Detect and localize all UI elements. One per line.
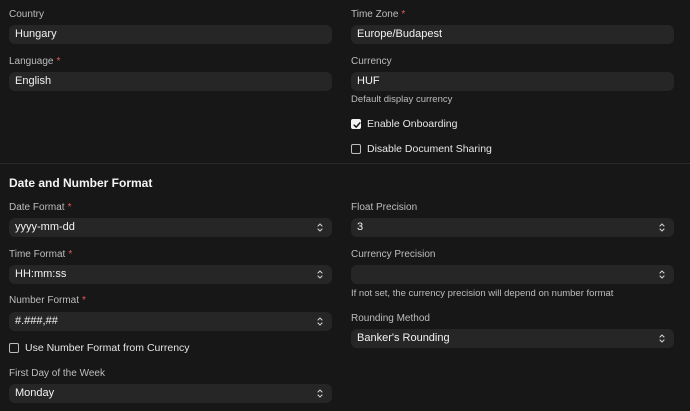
currency-input[interactable]: HUF — [351, 72, 674, 91]
number-format-select[interactable]: #.###,## — [9, 312, 332, 331]
currency-label: Currency — [351, 56, 392, 67]
first-day-of-week-select[interactable]: Monday — [9, 384, 332, 403]
disable-document-sharing-checkbox[interactable]: Disable Document Sharing — [351, 143, 492, 155]
date-format-select[interactable]: yyyy-mm-dd — [9, 218, 332, 237]
currency-precision-help-text: If not set, the currency precision will … — [351, 288, 614, 299]
section-title: Date and Number Format — [9, 176, 153, 190]
time-format-label: Time Format * — [9, 249, 73, 260]
enable-onboarding-label: Enable Onboarding — [367, 118, 458, 130]
rounding-method-select[interactable]: Banker's Rounding — [351, 329, 674, 348]
chevron-up-down-icon — [659, 270, 665, 279]
enable-onboarding-checkbox[interactable]: Enable Onboarding — [351, 118, 458, 130]
disable-document-sharing-label: Disable Document Sharing — [367, 143, 492, 155]
language-label: Language * — [9, 56, 61, 67]
chevron-up-down-icon — [317, 389, 323, 398]
currency-precision-select[interactable] — [351, 265, 674, 284]
chevron-up-down-icon — [659, 223, 665, 232]
system-settings-form: Country Hungary Language * English Time Z… — [0, 0, 690, 411]
time-format-select[interactable]: HH:mm:ss — [9, 265, 332, 284]
country-label: Country — [9, 9, 45, 20]
chevron-up-down-icon — [317, 317, 323, 326]
date-format-label: Date Format * — [9, 202, 72, 213]
chevron-up-down-icon — [659, 334, 665, 343]
checkbox-empty-icon — [351, 144, 361, 154]
section-divider — [0, 163, 690, 164]
time-zone-label: Time Zone * — [351, 9, 406, 20]
use-number-format-from-currency-label: Use Number Format from Currency — [25, 342, 190, 354]
time-zone-input[interactable]: Europe/Budapest — [351, 25, 674, 44]
use-number-format-from-currency-checkbox[interactable]: Use Number Format from Currency — [9, 342, 190, 354]
chevron-up-down-icon — [317, 223, 323, 232]
checkbox-checked-icon — [351, 119, 361, 129]
currency-help-text: Default display currency — [351, 94, 453, 105]
country-input[interactable]: Hungary — [9, 25, 332, 44]
language-input[interactable]: English — [9, 72, 332, 91]
float-precision-label: Float Precision — [351, 202, 418, 213]
number-format-label: Number Format * — [9, 295, 86, 306]
chevron-up-down-icon — [317, 270, 323, 279]
rounding-method-label: Rounding Method — [351, 313, 430, 324]
first-day-of-week-label: First Day of the Week — [9, 368, 105, 379]
currency-precision-label: Currency Precision — [351, 249, 436, 260]
float-precision-select[interactable]: 3 — [351, 218, 674, 237]
checkbox-empty-icon — [9, 343, 19, 353]
